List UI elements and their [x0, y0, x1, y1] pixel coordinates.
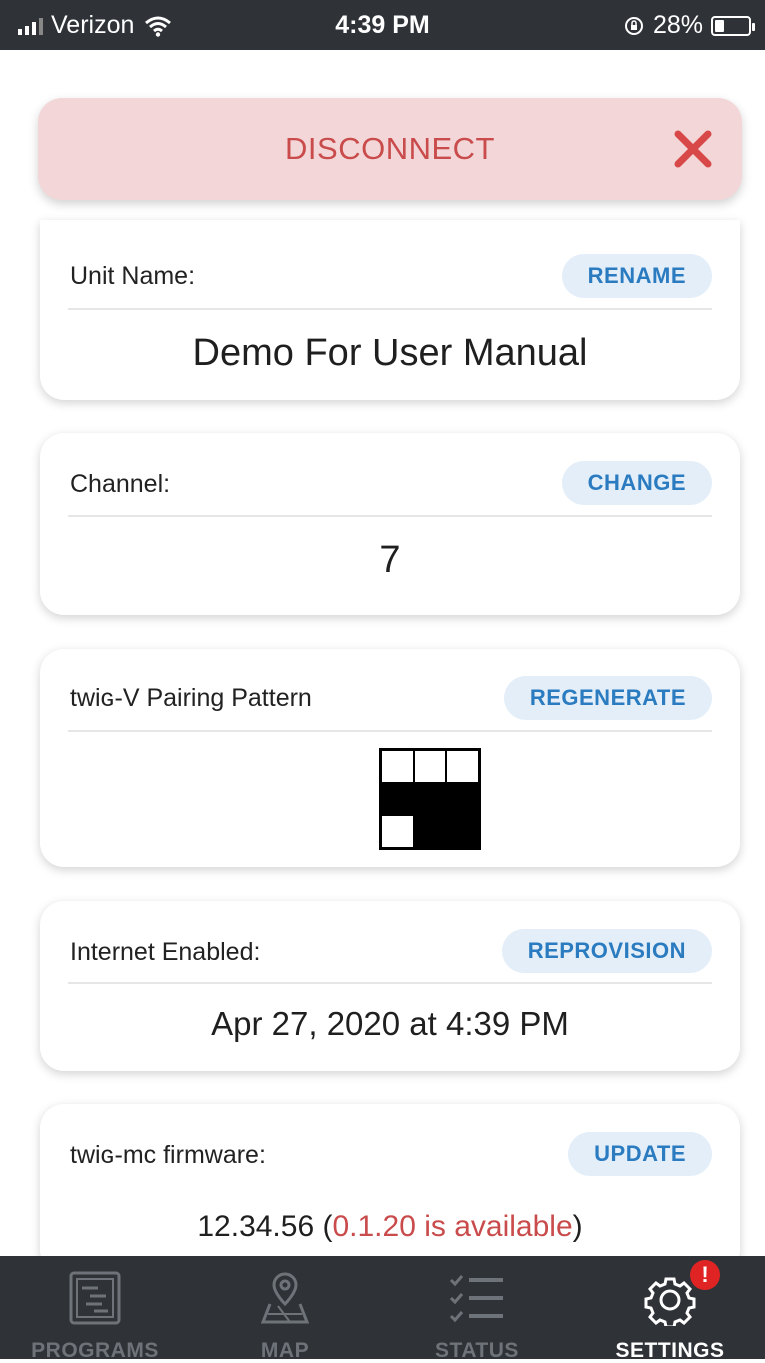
- battery-group: 28%: [623, 11, 755, 40]
- divider: [68, 730, 712, 732]
- unit-name-card: Unit Name: RENAME Demo For User Manual: [40, 220, 740, 400]
- internet-card: Internet Enabled: REPROVISION Apr 27, 20…: [40, 901, 740, 1071]
- disconnect-button[interactable]: DISCONNECT: [38, 98, 742, 200]
- close-icon[interactable]: [672, 128, 714, 170]
- tab-bar: PROGRAMS MAP STATUS ! SETTINGS: [0, 1256, 765, 1362]
- firmware-current: 12.34.56: [197, 1210, 315, 1243]
- pattern-cell-1-2: [446, 782, 479, 816]
- pattern-cell-1-1: [413, 782, 447, 816]
- channel-card: Channel: CHANGE 7: [40, 433, 740, 615]
- rotation-lock-icon: [624, 16, 643, 35]
- battery-percent: 28%: [652, 11, 703, 39]
- tab-status[interactable]: STATUS: [382, 1256, 572, 1362]
- channel-label: Channel:: [70, 470, 171, 498]
- internet-enabled-label: Internet Enabled:: [70, 938, 261, 966]
- pattern-cell-0-2: [446, 750, 479, 783]
- divider: [68, 308, 712, 310]
- internet-enabled-value: Apr 27, 2020 at 4:39 PM: [211, 1005, 569, 1042]
- tab-map[interactable]: MAP: [190, 1256, 380, 1362]
- unit-name-value: Demo For User Manual: [192, 332, 588, 374]
- notification-badge: !: [690, 1260, 720, 1290]
- tab-label: MAP: [260, 1339, 310, 1362]
- tab-programs[interactable]: PROGRAMS: [0, 1256, 190, 1362]
- firmware-open-paren: (: [314, 1210, 333, 1243]
- pairing-pattern-grid: [379, 748, 481, 850]
- pattern-cell-2-2: [446, 815, 479, 848]
- tab-label: PROGRAMS: [31, 1339, 159, 1362]
- firmware-available: 0.1.20 is available: [332, 1210, 573, 1243]
- divider: [68, 982, 712, 984]
- disconnect-label: DISCONNECT: [285, 131, 495, 166]
- pattern-cell-2-0: [381, 815, 414, 848]
- rename-button[interactable]: RENAME: [561, 254, 712, 298]
- tab-label: STATUS: [435, 1339, 519, 1362]
- pattern-cell-0-0: [381, 750, 414, 783]
- programs-icon: [69, 1271, 121, 1325]
- firmware-value: 12.34.56 (0.1.20 is available): [40, 1210, 740, 1244]
- firmware-close-paren: ): [572, 1210, 583, 1243]
- channel-value: 7: [379, 539, 401, 581]
- reprovision-button[interactable]: REPROVISION: [501, 929, 712, 973]
- regenerate-button[interactable]: REGENERATE: [503, 676, 712, 720]
- status-bar: Verizon 4:39 PM 28%: [0, 0, 765, 50]
- divider: [68, 515, 712, 517]
- unit-name-label: Unit Name:: [70, 262, 196, 290]
- checklist-icon: [449, 1275, 503, 1323]
- firmware-label: twiɢ-mc firmware:: [70, 1141, 266, 1169]
- pattern-cell-1-0: [381, 782, 414, 816]
- pattern-cell-0-1: [413, 750, 447, 783]
- tab-settings[interactable]: ! SETTINGS: [575, 1256, 765, 1362]
- change-channel-button[interactable]: CHANGE: [561, 461, 712, 505]
- battery-icon: [711, 15, 755, 36]
- tab-label: SETTINGS: [615, 1339, 725, 1362]
- map-pin-icon: [260, 1272, 310, 1324]
- pairing-pattern-label: twiɢ-V Pairing Pattern: [70, 684, 312, 712]
- pairing-pattern-card: twiɢ-V Pairing Pattern REGENERATE: [40, 649, 740, 867]
- firmware-card: twiɢ-mc firmware: UPDATE 12.34.56 (0.1.2…: [40, 1104, 740, 1274]
- update-button[interactable]: UPDATE: [568, 1132, 712, 1176]
- pattern-cell-2-1: [413, 815, 447, 848]
